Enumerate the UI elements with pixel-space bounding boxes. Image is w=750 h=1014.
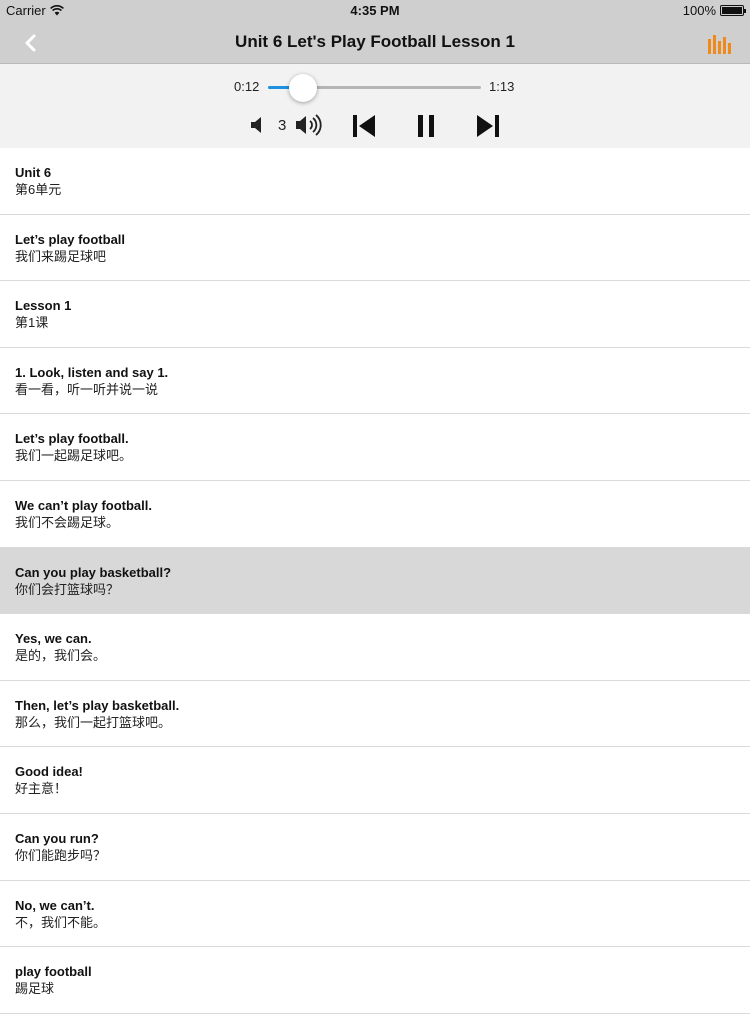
total-time: 1:13 — [489, 79, 515, 94]
sentence-row[interactable]: play football 踢足球 — [0, 947, 750, 1014]
sentence-english: Good idea! — [15, 764, 83, 780]
sentence-chinese: 不，我们不能。 — [15, 914, 107, 930]
battery-fill — [722, 7, 742, 14]
sentence-english: Then, let’s play basketball. — [15, 697, 180, 713]
battery-icon — [720, 5, 746, 16]
sentence-english: Can you run? — [15, 830, 99, 846]
sentence-row[interactable]: 1. Look, listen and say 1. 看一看，听一听并说一说 — [0, 348, 750, 415]
next-track-icon[interactable] — [474, 112, 502, 140]
volume-down-icon[interactable] — [248, 115, 266, 135]
sentence-english: Can you play basketball? — [15, 564, 172, 580]
sentence-chinese: 你们会打篮球吗？ — [15, 581, 120, 597]
sentence-english: Unit 6 — [15, 165, 52, 180]
sentence-chinese: 看一看，听一听并说一说 — [15, 381, 159, 397]
sentence-english: Let’s play football. — [15, 431, 129, 447]
sentence-list: Unit 6 第6单元 Let’s play football 我们来踢足球吧 Less… — [0, 148, 750, 1014]
battery-group: 100% — [682, 3, 746, 18]
sentence-row[interactable]: Then, let’s play basketball. 那么，我们一起打篮球吧。 — [0, 681, 750, 748]
status-bar: Carrier 4:35 PM 100% — [0, 0, 750, 22]
sentence-english: Let’s play football — [15, 231, 126, 247]
current-time: 0:12 — [234, 79, 260, 94]
sentence-english: We can’t play football. — [15, 497, 153, 513]
sentence-chinese: 你们能跑步吗？ — [15, 847, 107, 863]
sentence-english: 1. Look, listen and say 1. — [15, 364, 169, 380]
nav-bar: Unit 6 Let's Play Football Lesson 1 — [0, 22, 750, 64]
volume-up-icon[interactable] — [294, 113, 326, 137]
sentence-row[interactable]: Good idea! 好主意！ — [0, 747, 750, 814]
progress-thumb[interactable] — [288, 74, 317, 102]
sentence-chinese: 是的，我们会。 — [15, 648, 107, 664]
previous-track-icon[interactable] — [350, 112, 378, 140]
sentence-chinese: 第6单元 — [15, 182, 62, 197]
sentence-row[interactable]: We can’t play football. 我们不会踢足球。 — [0, 481, 750, 548]
status-time: 4:35 PM — [350, 3, 400, 18]
pause-icon[interactable] — [414, 112, 438, 140]
page-title: Unit 6 Let's Play Football Lesson 1 — [235, 32, 515, 51]
sentence-row[interactable]: Unit 6 第6单元 — [0, 148, 750, 215]
battery-percent: 100% — [682, 3, 716, 18]
sentence-row[interactable]: Yes, we can. 是的，我们会。 — [0, 614, 750, 681]
sentence-row[interactable]: Let’s play football 我们来踢足球吧 — [0, 215, 750, 282]
sentence-row[interactable]: No, we can’t. 不，我们不能。 — [0, 881, 750, 948]
progress-slider[interactable] — [268, 74, 481, 102]
bars-chart-icon[interactable] — [708, 33, 732, 55]
sentence-english: Lesson 1 — [15, 298, 72, 314]
sentence-row[interactable]: Let’s play football. 我们一起踢足球吧。 — [0, 414, 750, 481]
sentence-english: Yes, we can. — [15, 631, 92, 647]
sentence-row[interactable]: Can you play basketball? 你们会打篮球吗？ — [0, 547, 750, 615]
sentence-row[interactable]: Can you run? 你们能跑步吗？ — [0, 814, 750, 881]
sentence-chinese: 我们来踢足球吧 — [15, 248, 107, 264]
audio-player: 0:12 1:13 3 — [0, 64, 750, 148]
sentence-chinese: 好主意！ — [15, 781, 68, 797]
sentence-english: play football — [15, 964, 92, 980]
sentence-english: No, we can’t. — [15, 897, 95, 913]
sentence-chinese: 我们不会踢足球。 — [15, 514, 120, 530]
sentence-row[interactable]: Lesson 1 第1课 — [0, 281, 750, 348]
sentence-chinese: 我们一起踢足球吧。 — [15, 448, 133, 464]
sentence-chinese: 第1课 — [15, 315, 49, 331]
sentence-chinese: 踢足球 — [15, 981, 55, 997]
volume-level: 3 — [278, 117, 287, 134]
sentence-chinese: 那么，我们一起打篮球吧。 — [15, 714, 172, 730]
